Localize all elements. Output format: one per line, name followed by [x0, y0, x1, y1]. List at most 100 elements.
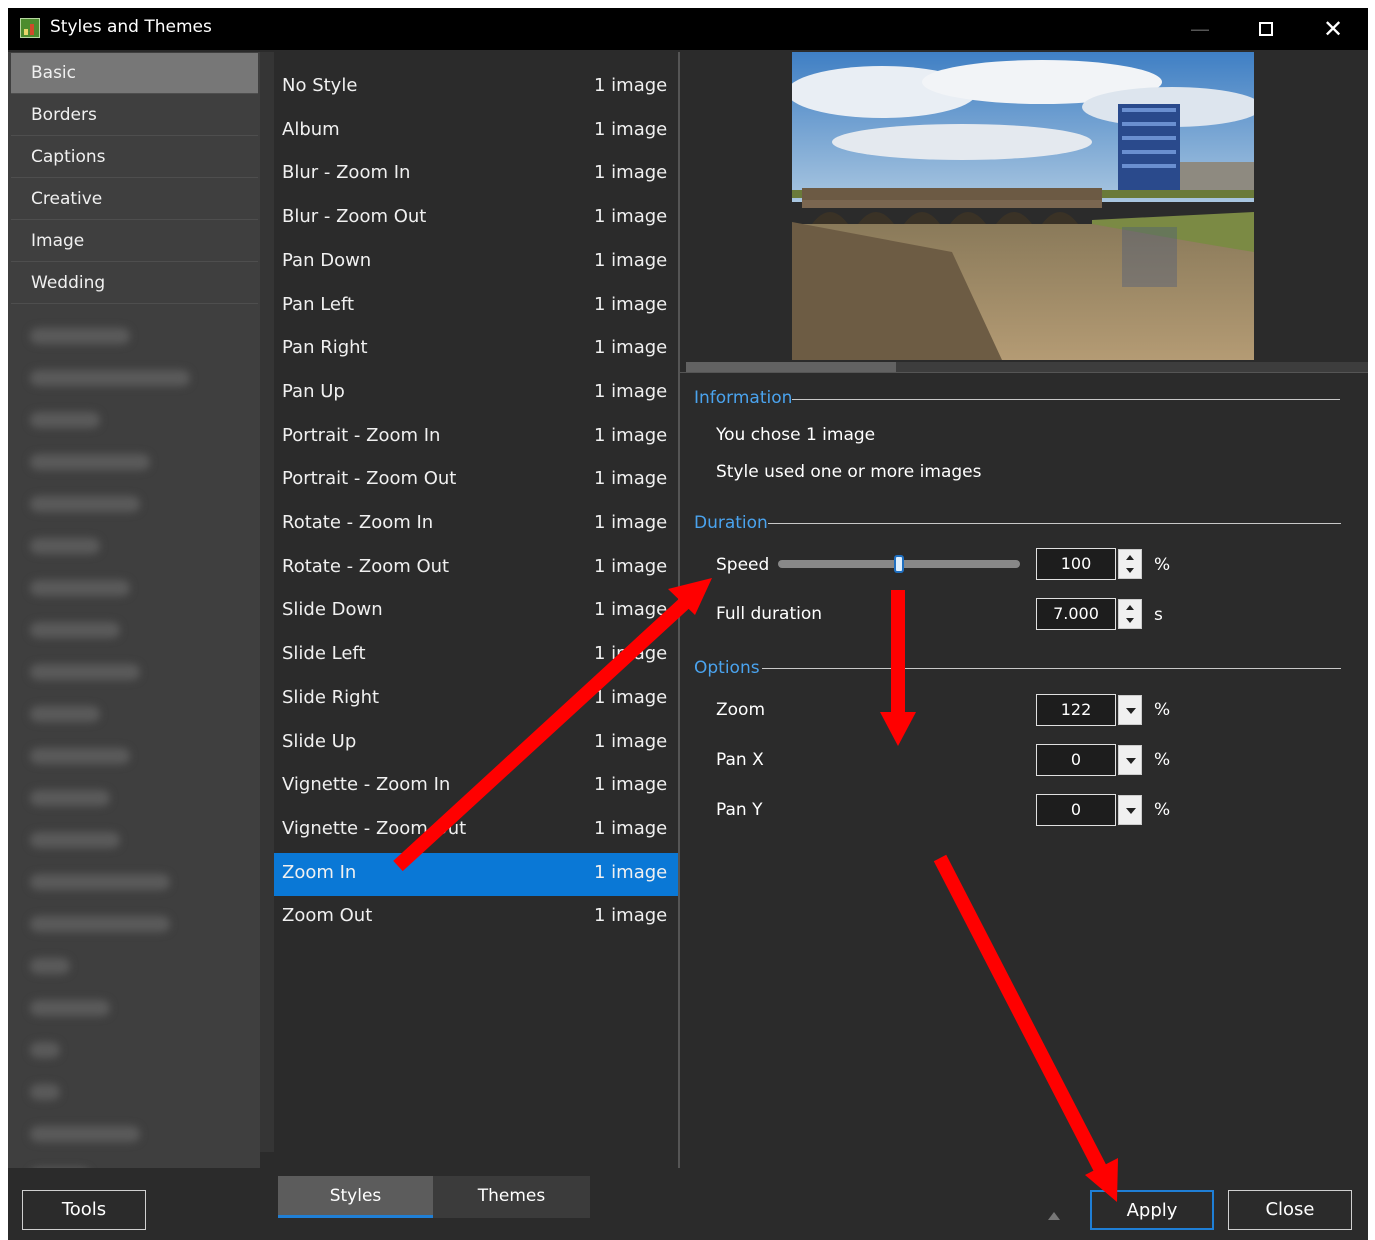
style-row[interactable]: Vignette - Zoom In 1 image [274, 765, 678, 808]
zoom-label: Zoom [716, 700, 766, 720]
close-button[interactable]: Close [1228, 1190, 1352, 1230]
redacted-category-item [30, 1042, 60, 1058]
style-image-count: 1 image [594, 337, 668, 359]
style-row[interactable]: Rotate - Zoom In 1 image [274, 503, 678, 546]
category-item-creative[interactable]: Creative [11, 179, 258, 220]
scroll-up-arrow-icon[interactable] [1048, 1212, 1060, 1220]
minimize-button[interactable]: — [1170, 8, 1230, 50]
style-name: Pan Right [282, 337, 368, 359]
style-image-count: 1 image [594, 730, 668, 752]
style-name: Rotate - Zoom In [282, 512, 434, 533]
category-item-image[interactable]: Image [11, 221, 258, 262]
style-image-count: 1 image [594, 118, 668, 140]
style-image-count: 1 image [594, 206, 668, 228]
style-row[interactable]: Pan Left 1 image [274, 285, 678, 328]
style-row[interactable]: Album 1 image [274, 110, 678, 153]
style-image-count: 1 image [594, 512, 668, 533]
style-row[interactable]: Zoom Out 1 image [274, 896, 678, 939]
redacted-category-item [30, 1126, 140, 1142]
zoom-dropdown[interactable] [1118, 695, 1142, 725]
style-row[interactable]: Blur - Zoom Out 1 image [274, 197, 678, 240]
pan-x-unit: % [1154, 750, 1171, 770]
redacted-category-item [30, 328, 130, 344]
style-list: No Style 1 image Album 1 image Blur - Zoom I… [274, 52, 678, 1168]
maximize-button[interactable] [1236, 8, 1296, 50]
style-row[interactable]: Pan Up 1 image [274, 372, 678, 415]
style-row[interactable]: Portrait - Zoom Out 1 image [274, 459, 678, 502]
style-name: Slide Left [282, 643, 366, 665]
pan-y-dropdown[interactable] [1118, 795, 1142, 825]
preview-scrollbar[interactable] [686, 362, 1368, 372]
style-row[interactable]: Portrait - Zoom In 1 image [274, 416, 678, 459]
pan-x-dropdown[interactable] [1118, 745, 1142, 775]
info-style-used-text: Style used one or more images [716, 462, 982, 482]
style-image-count: 1 image [594, 293, 668, 315]
style-name: Blur - Zoom In [282, 162, 411, 184]
category-item-wedding[interactable]: Wedding [11, 263, 258, 304]
tab-themes[interactable]: Themes [433, 1176, 590, 1218]
duration-divider [768, 523, 1341, 524]
style-row[interactable]: Slide Right 1 image [274, 678, 678, 721]
style-row[interactable]: Pan Down 1 image [274, 241, 678, 284]
preview-area [686, 52, 1368, 372]
style-row[interactable]: Slide Left 1 image [274, 634, 678, 677]
style-row[interactable]: Slide Up 1 image [274, 722, 678, 765]
speed-unit: % [1154, 555, 1171, 575]
app-icon [20, 18, 40, 38]
style-row[interactable]: Rotate - Zoom Out 1 image [274, 547, 678, 590]
speed-slider-thumb[interactable] [894, 555, 904, 573]
full-duration-label: Full duration [716, 604, 823, 624]
redacted-category-item [30, 958, 70, 974]
style-name: Zoom Out [282, 905, 373, 927]
redacted-category-item [30, 538, 100, 554]
style-row[interactable]: Pan Right 1 image [274, 328, 678, 371]
redacted-category-item [30, 454, 150, 470]
category-scrollbar[interactable] [260, 52, 274, 1152]
preview-scrollbar-thumb[interactable] [686, 362, 896, 372]
speed-slider[interactable] [778, 555, 1020, 573]
style-row[interactable]: Slide Down 1 image [274, 590, 678, 633]
style-row[interactable]: Vignette - Zoom Out 1 image [274, 809, 678, 852]
bottom-bar: Tools Styles Themes Apply Close [8, 1168, 1368, 1240]
style-name: Vignette - Zoom Out [282, 817, 467, 839]
full-duration-spinner[interactable] [1118, 599, 1142, 629]
style-name: Portrait - Zoom Out [282, 468, 457, 490]
speed-input[interactable]: 100 [1036, 548, 1116, 580]
window-title: Styles and Themes [50, 17, 212, 37]
style-row[interactable]: No Style 1 image [274, 66, 678, 109]
full-duration-input[interactable]: 7.000 [1036, 598, 1116, 630]
pan-x-label: Pan X [716, 750, 764, 770]
zoom-unit: % [1154, 700, 1171, 720]
style-image-count: 1 image [594, 599, 668, 621]
info-chosen-text: You chose 1 image [716, 425, 876, 445]
tools-button[interactable]: Tools [22, 1190, 146, 1230]
category-item-borders[interactable]: Borders [11, 95, 258, 136]
styles-and-themes-window: Styles and Themes — ✕ Basic Borders Captio… [8, 8, 1368, 1240]
style-row[interactable]: Blur - Zoom In 1 image [274, 153, 678, 196]
redacted-category-item [30, 370, 190, 386]
style-row[interactable]: Zoom In 1 image [274, 852, 678, 896]
tab-styles[interactable]: Styles [278, 1176, 433, 1218]
pan-y-input[interactable]: 0 [1036, 794, 1116, 826]
title-bar: Styles and Themes — ✕ [8, 8, 1368, 50]
apply-button[interactable]: Apply [1090, 1190, 1214, 1230]
preview-photo [792, 52, 1254, 360]
pan-x-input[interactable]: 0 [1036, 744, 1116, 776]
category-item-captions[interactable]: Captions [11, 137, 258, 178]
style-name: Vignette - Zoom In [282, 774, 451, 796]
maximize-icon [1259, 22, 1273, 36]
redacted-category-item [30, 748, 130, 764]
style-name: Slide Right [282, 686, 380, 708]
preview-separator [680, 372, 1368, 373]
speed-label: Speed [716, 555, 770, 575]
style-name: Portrait - Zoom In [282, 424, 441, 446]
speed-spinner[interactable] [1118, 549, 1142, 579]
redacted-category-item [30, 1084, 60, 1100]
category-item-basic[interactable]: Basic [11, 53, 258, 94]
style-name: Pan Down [282, 249, 372, 271]
zoom-input[interactable]: 122 [1036, 694, 1116, 726]
close-window-button[interactable]: ✕ [1303, 8, 1363, 50]
redacted-category-item [30, 664, 140, 680]
redacted-category-item [30, 706, 100, 722]
style-image-count: 1 image [594, 380, 668, 402]
